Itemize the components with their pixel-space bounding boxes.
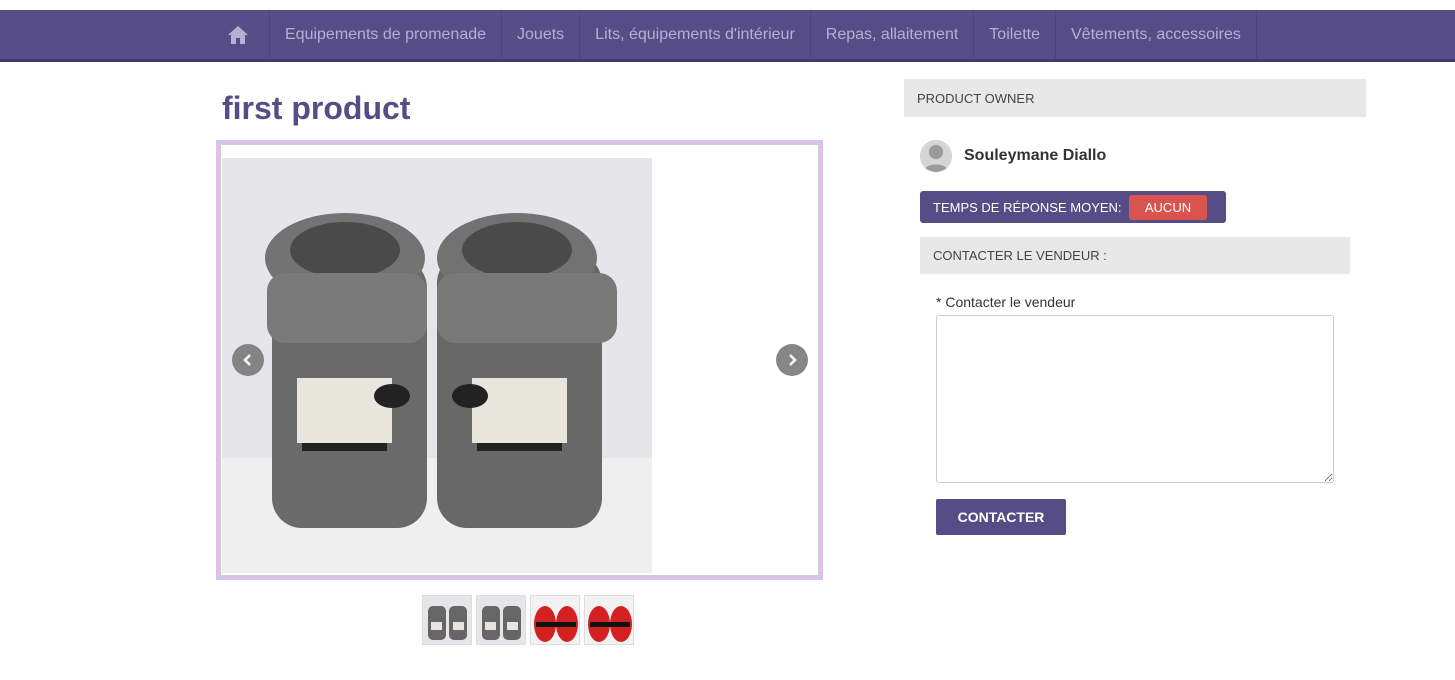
contact-message-input[interactable] bbox=[936, 315, 1334, 483]
carousel-prev-button[interactable] bbox=[232, 344, 264, 376]
nav-item-repas[interactable]: Repas, allaitement bbox=[811, 10, 975, 59]
main-navbar: Equipements de promenade Jouets Lits, éq… bbox=[0, 10, 1455, 62]
owner-avatar[interactable] bbox=[920, 140, 952, 172]
product-owner-header: PRODUCT OWNER bbox=[904, 79, 1366, 117]
owner-name[interactable]: Souleymane Diallo bbox=[964, 147, 1106, 165]
thumbnail-2[interactable] bbox=[476, 595, 526, 645]
product-title: first product bbox=[222, 90, 411, 126]
chevron-left-icon bbox=[243, 354, 251, 366]
response-time-badge: AUCUN bbox=[1129, 195, 1207, 220]
thumbnail-1[interactable] bbox=[422, 595, 472, 645]
contact-field-label: * Contacter le vendeur bbox=[936, 294, 1076, 310]
contact-seller-header: CONTACTER LE VENDEUR : bbox=[920, 237, 1350, 274]
nav-item-vetements[interactable]: Vêtements, accessoires bbox=[1056, 10, 1257, 59]
thumbnail-4[interactable] bbox=[584, 595, 634, 645]
user-avatar-icon bbox=[920, 140, 952, 172]
nav-home-link[interactable] bbox=[206, 10, 270, 59]
carousel-next-button[interactable] bbox=[776, 344, 808, 376]
booties-image bbox=[222, 158, 652, 573]
thumbnail-3[interactable] bbox=[530, 595, 580, 645]
response-time-label: TEMPS DE RÉPONSE MOYEN: bbox=[933, 199, 1122, 215]
product-carousel bbox=[216, 140, 823, 580]
nav-item-toilette[interactable]: Toilette bbox=[974, 10, 1056, 59]
nav-item-lits[interactable]: Lits, équipements d'intérieur bbox=[580, 10, 811, 59]
nav-item-jouets[interactable]: Jouets bbox=[502, 10, 581, 59]
response-time-box: TEMPS DE RÉPONSE MOYEN: AUCUN bbox=[920, 191, 1226, 223]
contact-submit-button[interactable]: CONTACTER bbox=[936, 499, 1066, 535]
product-main-image bbox=[222, 158, 652, 573]
nav-item-promenade[interactable]: Equipements de promenade bbox=[270, 10, 503, 59]
home-icon bbox=[227, 25, 248, 44]
nav-menu: Equipements de promenade Jouets Lits, éq… bbox=[206, 10, 1257, 59]
chevron-right-icon bbox=[789, 354, 797, 366]
thumbnail-strip bbox=[422, 595, 634, 645]
